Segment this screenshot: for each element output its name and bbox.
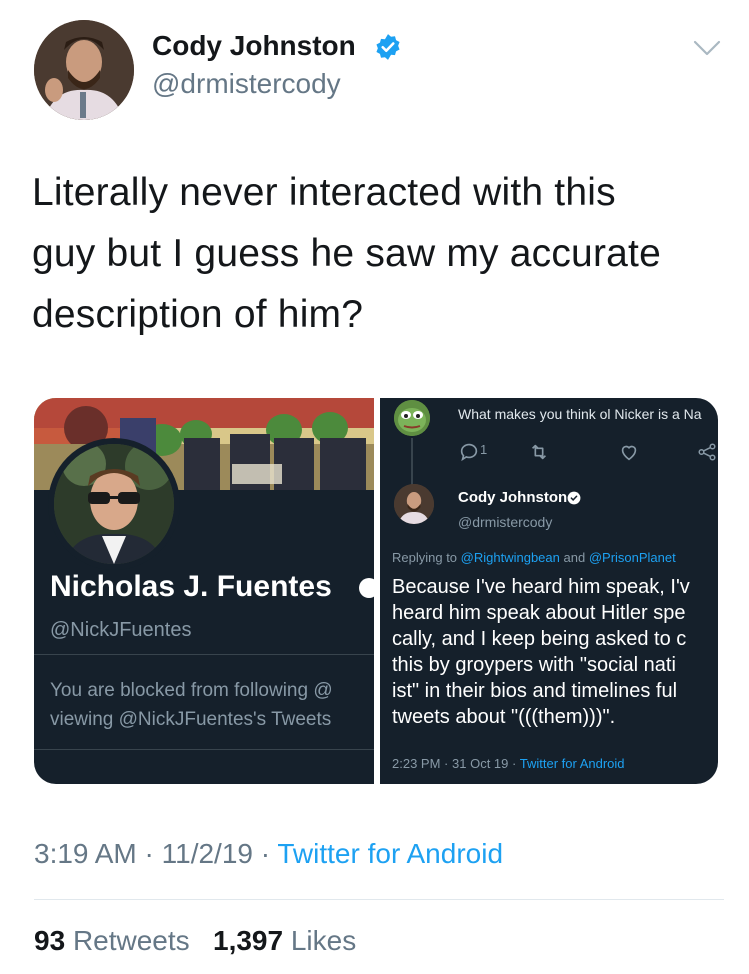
chevron-down-icon[interactable] [692, 38, 722, 58]
retweet-icon[interactable] [528, 441, 550, 463]
tweet-source-link[interactable]: Twitter for Android [277, 838, 503, 869]
separator: · [144, 838, 154, 869]
reply-body: Because I've heard him speak, I'v heard … [392, 574, 718, 730]
reply-icon[interactable] [458, 441, 480, 463]
reply-author-name: Cody Johnston [458, 489, 568, 506]
separator: · [444, 756, 449, 771]
divider [34, 899, 724, 900]
tweet-text-line: Literally never interacted with this [32, 171, 616, 214]
separator: · [260, 838, 271, 869]
reply-body-line: Because I've heard him speak, I'v [392, 576, 690, 598]
reply-author-avatar[interactable] [394, 484, 434, 524]
reply-body-line: tweets about "(((them)))". [392, 706, 616, 728]
tweet-text-line: guy but I guess he saw my accurate [32, 232, 661, 275]
mention-link[interactable]: @PrisonPlanet [589, 550, 676, 565]
reply-author-handle: @drmistercody [458, 514, 553, 530]
tweet-date: 11/2/19 [161, 838, 253, 869]
retweets-label: Retweets [72, 925, 190, 956]
blocked-notice-line: You are blocked from following @ [50, 680, 333, 701]
tweet-meta: 3:19 AM · 11/2/19 · Twitter for Android [34, 838, 503, 870]
verified-badge-icon [567, 491, 581, 505]
reply-body-line: ist" in their bios and timelines ful [392, 680, 678, 702]
tweet-text-line: description of him? [32, 293, 364, 336]
profile-handle: @NickJFuentes [50, 619, 192, 641]
like-icon[interactable] [618, 441, 640, 463]
tweet-time: 3:19 AM [34, 838, 137, 869]
blocked-notice: You are blocked from following @ viewing… [50, 676, 374, 734]
verified-badge-icon [374, 33, 402, 61]
profile-avatar[interactable] [48, 438, 180, 570]
previous-tweet-avatar [394, 400, 430, 436]
reply-body-line: cally, and I keep being asked to c [392, 628, 687, 650]
divider [34, 654, 374, 655]
likes-stat[interactable]: 1,397 Likes [213, 925, 356, 956]
reply-body-line: heard him speak about Hitler spe [392, 602, 686, 624]
replying-to-line: Replying to @Rightwingbean and @PrisonPl… [392, 550, 676, 565]
author-avatar[interactable] [34, 20, 134, 120]
retweets-count: 93 [34, 925, 66, 956]
replying-to-label: Replying to [392, 550, 458, 565]
reply-meta: 2:23 PM · 31 Oct 19 · Twitter for Androi… [392, 756, 625, 771]
verified-badge-icon [359, 578, 374, 598]
likes-label: Likes [290, 925, 357, 956]
engagement-counts: 93 Retweets 1,397 Likes [34, 925, 356, 957]
divider [34, 749, 374, 750]
profile-name: Nicholas J. Fuentes [50, 570, 332, 603]
author-handle[interactable]: @drmistercody [152, 68, 341, 100]
share-icon[interactable] [696, 441, 718, 463]
reply-source-link[interactable]: Twitter for Android [520, 756, 625, 771]
reply-time: 2:23 PM [392, 756, 441, 771]
media-image-profile-screenshot[interactable]: Nicholas J. Fuentes @NickJFuentes You ar… [34, 398, 374, 784]
reply-body-line: this by groypers with "social nati [392, 654, 676, 676]
media-image-reply-screenshot[interactable]: What makes you think ol Nicker is a Na 1… [380, 398, 718, 784]
mention-link[interactable]: @Rightwingbean [461, 550, 560, 565]
tweet-text: Literally never interacted with this guy… [32, 162, 722, 345]
replying-and: and [563, 550, 586, 565]
separator: · [512, 756, 517, 771]
author-name[interactable]: Cody Johnston [152, 30, 356, 62]
previous-tweet-text: What makes you think ol Nicker is a Na [458, 406, 702, 422]
reply-date: 31 Oct 19 [452, 756, 509, 771]
reply-count: 1 [480, 442, 488, 457]
likes-count: 1,397 [213, 925, 284, 956]
retweets-stat[interactable]: 93 Retweets [34, 925, 190, 956]
blocked-notice-line: viewing @NickJFuentes's Tweets [50, 709, 332, 730]
profile-photo [54, 444, 174, 564]
